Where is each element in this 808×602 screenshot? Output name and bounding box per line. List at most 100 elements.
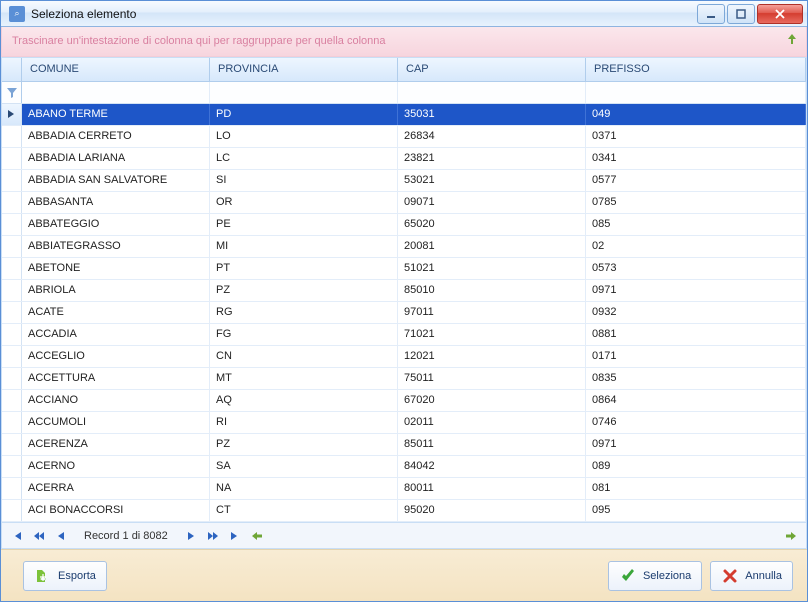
table-row[interactable]: ACCIANOAQ670200864	[2, 390, 806, 412]
row-indicator	[2, 148, 22, 169]
cell-comune: ACERRA	[22, 478, 210, 499]
cell-provincia: OR	[210, 192, 398, 213]
cell-provincia: LO	[210, 126, 398, 147]
titlebar[interactable]: ⌕ Seleziona elemento	[1, 1, 807, 27]
table-row[interactable]: ABBATEGGIOPE65020085	[2, 214, 806, 236]
window-title: Seleziona elemento	[31, 7, 697, 21]
table-row[interactable]: ACERNOSA84042089	[2, 456, 806, 478]
table-row[interactable]: ACI BONACCORSICT95020095	[2, 500, 806, 522]
groupby-hint: Trascinare un'intestazione di colonna qu…	[12, 35, 386, 47]
seleziona-label: Seleziona	[643, 570, 691, 582]
pager-collapse-right-icon[interactable]	[782, 527, 800, 545]
row-indicator	[2, 280, 22, 301]
column-header-comune[interactable]: COMUNE	[22, 58, 210, 81]
cell-comune: ABANO TERME	[22, 104, 210, 125]
pager-collapse-left-icon[interactable]	[248, 527, 266, 545]
table-row[interactable]: ABANO TERMEPD35031049	[2, 104, 806, 126]
cell-cap: 85011	[398, 434, 586, 455]
cell-provincia: PZ	[210, 434, 398, 455]
pager-last[interactable]	[226, 527, 244, 545]
cell-provincia: LC	[210, 148, 398, 169]
filter-prefisso[interactable]	[586, 82, 806, 103]
column-header-cap[interactable]: CAP	[398, 58, 586, 81]
row-indicator	[2, 478, 22, 499]
cell-cap: 09071	[398, 192, 586, 213]
maximize-button[interactable]	[727, 4, 755, 24]
minimize-button[interactable]	[697, 4, 725, 24]
dialog-footer: Esporta Seleziona Annulla	[1, 549, 807, 601]
filter-provincia[interactable]	[210, 82, 398, 103]
cell-cap: 67020	[398, 390, 586, 411]
groupby-panel[interactable]: Trascinare un'intestazione di colonna qu…	[1, 27, 807, 57]
table-row[interactable]: ACCUMOLIRI020110746	[2, 412, 806, 434]
cell-comune: ACCADIA	[22, 324, 210, 345]
table-row[interactable]: ACATERG970110932	[2, 302, 806, 324]
table-row[interactable]: ABRIOLAPZ850100971	[2, 280, 806, 302]
table-row[interactable]: ABBADIA LARIANALC238210341	[2, 148, 806, 170]
table-row[interactable]: ABBASANTAOR090710785	[2, 192, 806, 214]
annulla-button[interactable]: Annulla	[710, 561, 793, 591]
annulla-label: Annulla	[745, 570, 782, 582]
cell-prefisso: 0835	[586, 368, 806, 389]
cell-prefisso: 0785	[586, 192, 806, 213]
cell-provincia: SI	[210, 170, 398, 191]
row-indicator	[2, 390, 22, 411]
data-grid: COMUNE PROVINCIA CAP PREFISSO ABANO TERM…	[1, 57, 807, 549]
table-row[interactable]: ACCEGLIOCN120210171	[2, 346, 806, 368]
cell-comune: ABBASANTA	[22, 192, 210, 213]
cell-prefisso: 095	[586, 500, 806, 521]
cell-comune: ACI BONACCORSI	[22, 500, 210, 521]
table-row[interactable]: ABETONEPT510210573	[2, 258, 806, 280]
cell-provincia: MT	[210, 368, 398, 389]
pager-record-info: Record 1 di 8082	[84, 530, 168, 542]
table-row[interactable]: ABBIATEGRASSOMI2008102	[2, 236, 806, 258]
pager-prev[interactable]	[52, 527, 70, 545]
cell-provincia: AQ	[210, 390, 398, 411]
grid-body[interactable]: ABANO TERMEPD35031049ABBADIA CERRETOLO26…	[2, 104, 806, 522]
row-indicator	[2, 346, 22, 367]
expand-up-icon[interactable]	[786, 33, 800, 47]
cell-prefisso: 0171	[586, 346, 806, 367]
filter-icon[interactable]	[2, 82, 22, 103]
esporta-button[interactable]: Esporta	[23, 561, 107, 591]
table-row[interactable]: ACERRANA80011081	[2, 478, 806, 500]
cell-prefisso: 049	[586, 104, 806, 125]
pager-prev-page[interactable]	[30, 527, 48, 545]
pager-next[interactable]	[182, 527, 200, 545]
row-indicator	[2, 412, 22, 433]
pager-next-page[interactable]	[204, 527, 222, 545]
row-indicator	[2, 126, 22, 147]
cell-cap: 12021	[398, 346, 586, 367]
cell-provincia: CT	[210, 500, 398, 521]
filter-comune[interactable]	[22, 82, 210, 103]
cell-cap: 95020	[398, 500, 586, 521]
cell-cap: 65020	[398, 214, 586, 235]
row-indicator	[2, 236, 22, 257]
close-button[interactable]	[757, 4, 803, 24]
cell-cap: 85010	[398, 280, 586, 301]
cell-cap: 97011	[398, 302, 586, 323]
filter-cap[interactable]	[398, 82, 586, 103]
cell-cap: 02011	[398, 412, 586, 433]
table-row[interactable]: ACCADIAFG710210881	[2, 324, 806, 346]
cell-comune: ACERENZA	[22, 434, 210, 455]
table-row[interactable]: ACERENZAPZ850110971	[2, 434, 806, 456]
cell-comune: ABETONE	[22, 258, 210, 279]
cell-prefisso: 0932	[586, 302, 806, 323]
seleziona-button[interactable]: Seleziona	[608, 561, 702, 591]
row-indicator	[2, 104, 22, 125]
cell-prefisso: 0573	[586, 258, 806, 279]
column-header-provincia[interactable]: PROVINCIA	[210, 58, 398, 81]
table-row[interactable]: ABBADIA CERRETOLO268340371	[2, 126, 806, 148]
pager-first[interactable]	[8, 527, 26, 545]
cell-cap: 26834	[398, 126, 586, 147]
grid-pager: Record 1 di 8082	[2, 522, 806, 548]
window-buttons	[697, 4, 803, 24]
table-row[interactable]: ABBADIA SAN SALVATORESI530210577	[2, 170, 806, 192]
cell-comune: ABBADIA LARIANA	[22, 148, 210, 169]
column-header-prefisso[interactable]: PREFISSO	[586, 58, 806, 81]
table-row[interactable]: ACCETTURAMT750110835	[2, 368, 806, 390]
esporta-label: Esporta	[58, 570, 96, 582]
cell-provincia: PZ	[210, 280, 398, 301]
cell-comune: ABBIATEGRASSO	[22, 236, 210, 257]
